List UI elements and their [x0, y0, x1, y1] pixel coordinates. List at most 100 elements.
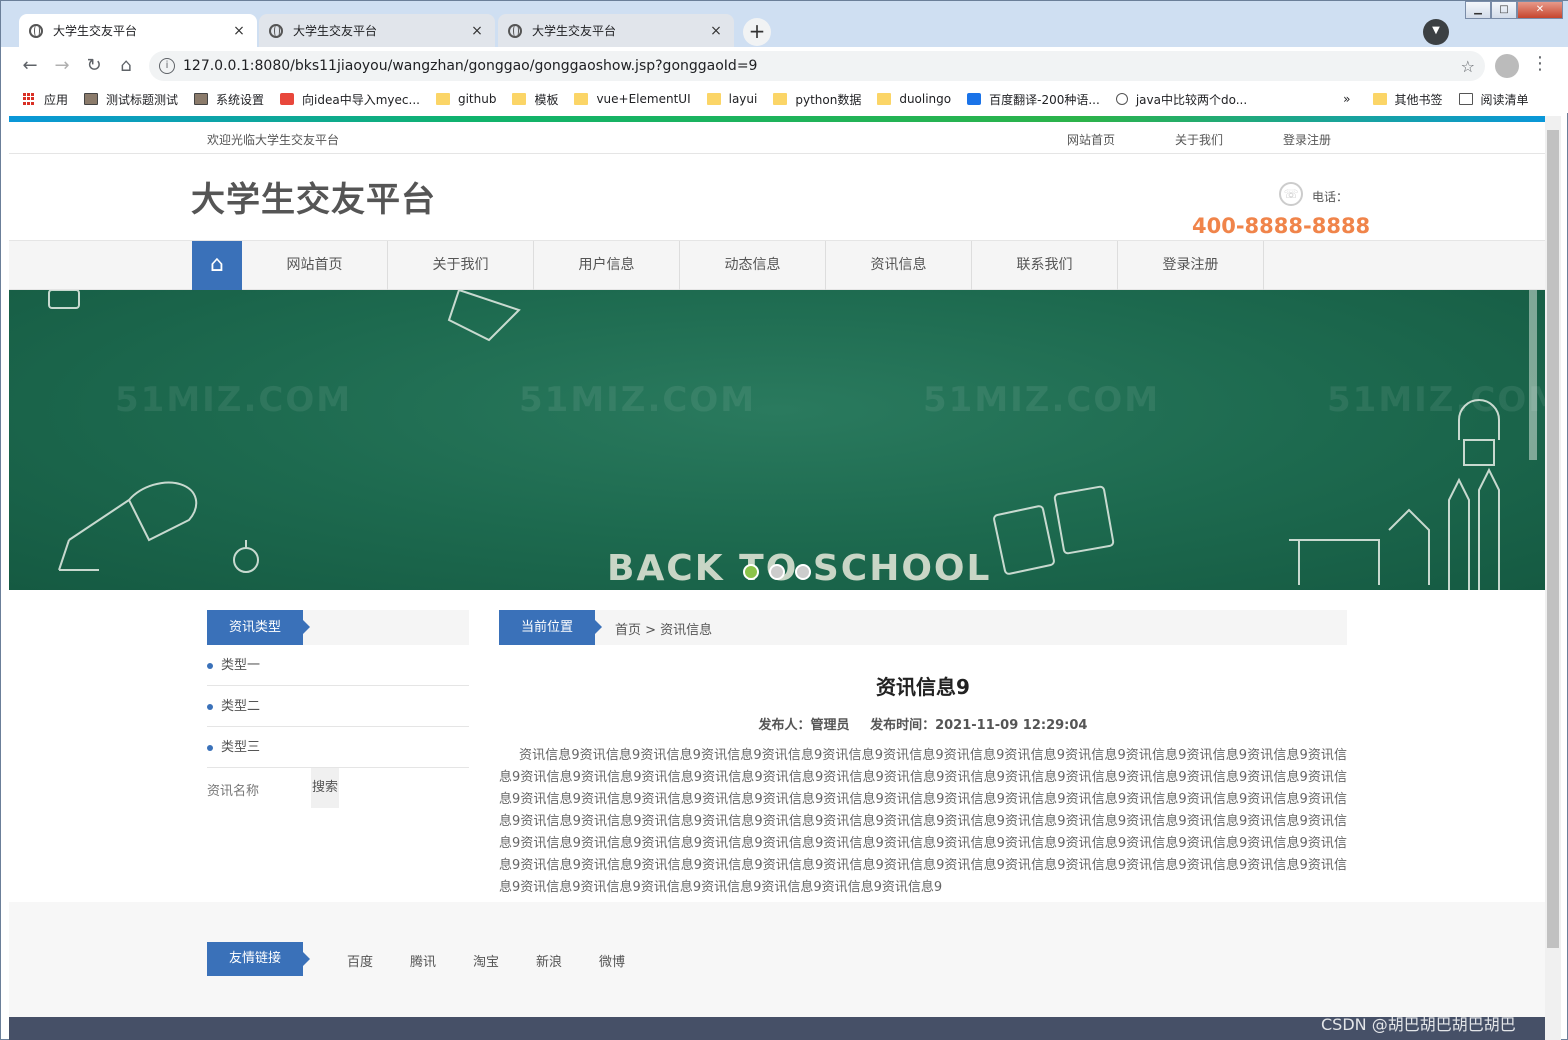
browser-tab-2[interactable]: 大学生交友平台 ×: [259, 14, 495, 47]
close-tab-icon[interactable]: ×: [469, 23, 485, 39]
banner-watermark: 51MIZ.COM: [115, 380, 353, 420]
slider-dots: [743, 564, 811, 580]
folder-icon: [435, 93, 450, 105]
nav-contact[interactable]: 联系我们: [972, 241, 1118, 290]
close-window-icon[interactable]: ✕: [1517, 1, 1563, 19]
home-icon[interactable]: ⌂: [192, 241, 242, 290]
back-icon[interactable]: ←: [19, 55, 41, 77]
menu-icon[interactable]: ⋮: [1531, 53, 1549, 74]
address-bar[interactable]: i 127.0.0.1:8080/bks11jiaoyou/wangzhan/g…: [149, 51, 1485, 81]
bookmark-item[interactable]: 百度翻译-200种语...: [959, 91, 1108, 108]
nav-dynamics[interactable]: 动态信息: [680, 241, 826, 290]
folder-icon: [773, 93, 788, 105]
scrollbar-thumb[interactable]: [1547, 130, 1559, 948]
bookmark-item[interactable]: vue+ElementUI: [566, 92, 698, 106]
search-button[interactable]: 搜索: [311, 768, 339, 808]
bookmark-other[interactable]: 其他书签: [1365, 91, 1451, 108]
top-link-home[interactable]: 网站首页: [1067, 131, 1115, 148]
site-title: 大学生交友平台: [191, 180, 436, 220]
friend-link-weibo[interactable]: 微博: [599, 951, 625, 970]
banner-watermark: 51MIZ.COM: [519, 380, 757, 420]
maximize-icon[interactable]: □: [1491, 1, 1517, 19]
bookmark-label: 模板: [534, 92, 559, 107]
bookmark-item[interactable]: duolingo: [869, 92, 959, 106]
phone-label: 电话：: [1312, 190, 1349, 204]
banner-watermark: 51MIZ.COM: [1327, 380, 1545, 420]
window-controls: ▁ □ ✕: [1465, 1, 1563, 19]
folder-icon: [512, 93, 527, 105]
csdn-icon: [280, 93, 295, 105]
article-title: 资讯信息9: [876, 675, 970, 699]
phone-number: 400-8888-8888: [1192, 214, 1371, 238]
banner-slider[interactable]: 51MIZ.COM 51MIZ.COM 51MIZ.COM 51MIZ.COM …: [9, 290, 1545, 590]
page-icon: [194, 93, 209, 105]
page-icon: [84, 93, 99, 105]
top-bar: 欢迎光临大学生交友平台 网站首页 关于我们 登录注册: [9, 122, 1545, 154]
bookmark-item[interactable]: 向idea中导入myec...: [272, 91, 428, 108]
bookmark-label: »: [1343, 92, 1351, 106]
close-tab-icon[interactable]: ×: [708, 23, 724, 39]
nav-login[interactable]: 登录注册: [1118, 241, 1264, 290]
slide-dot[interactable]: [795, 564, 811, 580]
sidebar-header: 资讯类型: [207, 610, 469, 645]
apps-grid-icon: [23, 92, 36, 106]
bookmarks-bar: 应用 测试标题测试 系统设置 向idea中导入myec... github 模板…: [1, 85, 1568, 113]
friend-link-baidu[interactable]: 百度: [347, 951, 373, 970]
top-link-login[interactable]: 登录注册: [1283, 131, 1331, 148]
bookmark-item[interactable]: java中比较两个do...: [1108, 91, 1255, 108]
minimize-icon[interactable]: ▁: [1465, 1, 1491, 19]
slide-dot[interactable]: [769, 564, 785, 580]
nav-home[interactable]: 网站首页: [242, 241, 388, 290]
reload-icon[interactable]: ↻: [83, 55, 105, 77]
article-area: 当前位置 首页 > 资讯信息 资讯信息9 发布人：管理员 发布时间：2021-1…: [499, 610, 1347, 899]
nav-news[interactable]: 资讯信息: [826, 241, 972, 290]
browser-tab-1[interactable]: 大学生交友平台 ×: [19, 14, 257, 47]
browser-tab-3[interactable]: 大学生交友平台 ×: [498, 14, 734, 47]
nav-about[interactable]: 关于我们: [388, 241, 534, 290]
bookmark-apps[interactable]: 应用: [15, 91, 76, 108]
slide-dot[interactable]: [743, 564, 759, 580]
search-label: 资讯名称: [207, 784, 260, 799]
bookmark-item[interactable]: 模板: [504, 91, 566, 108]
globe-icon: [508, 23, 522, 38]
home-icon[interactable]: ⌂: [115, 55, 137, 77]
more-bookmarks-icon[interactable]: »: [1335, 92, 1358, 106]
url-text[interactable]: 127.0.0.1:8080/bks11jiaoyou/wangzhan/gon…: [183, 58, 1461, 74]
nav-users[interactable]: 用户信息: [534, 241, 680, 290]
browser-window: 大学生交友平台 × 大学生交友平台 × 大学生交友平台 × + ▼ ▁ □ ✕ …: [0, 0, 1568, 1040]
bookmark-item[interactable]: github: [428, 92, 504, 106]
tab-strip: 大学生交友平台 × 大学生交友平台 × 大学生交友平台 × + ▼ ▁ □ ✕: [1, 1, 1568, 47]
folder-icon: [1372, 93, 1387, 105]
friend-link-tencent[interactable]: 腾讯: [410, 951, 436, 970]
bookmark-item[interactable]: 测试标题测试: [76, 91, 186, 108]
sidebar-item-type2[interactable]: 类型二: [207, 686, 469, 727]
breadcrumb: 当前位置 首页 > 资讯信息: [499, 610, 1347, 645]
tab-search-icon[interactable]: ▼: [1423, 19, 1449, 45]
info-icon[interactable]: i: [159, 58, 175, 74]
bookmark-reading-list[interactable]: 阅读清单: [1451, 91, 1537, 108]
bookmark-item[interactable]: layui: [699, 92, 766, 106]
sidebar-item-type1[interactable]: 类型一: [207, 645, 469, 686]
tab-title: 大学生交友平台: [53, 24, 138, 38]
friend-links: 友情链接 百度 腾讯 淘宝 新浪 微博: [9, 902, 1545, 1017]
top-link-about[interactable]: 关于我们: [1175, 131, 1223, 148]
breadcrumb-path[interactable]: 首页 > 资讯信息: [615, 619, 712, 638]
profile-avatar[interactable]: [1495, 54, 1519, 78]
reading-list-icon: [1458, 93, 1473, 105]
bookmark-item[interactable]: python数据: [765, 91, 869, 108]
bookmark-label: java中比较两个do...: [1135, 92, 1248, 107]
page-scrollbar[interactable]: [1545, 116, 1561, 1040]
new-tab-button[interactable]: +: [743, 18, 771, 46]
bookmark-label: 向idea中导入myec...: [302, 92, 420, 107]
sidebar-item-type3[interactable]: 类型三: [207, 727, 469, 768]
forward-icon[interactable]: →: [51, 55, 73, 77]
browser-toolbar: ← → ↻ ⌂ i 127.0.0.1:8080/bks11jiaoyou/wa…: [1, 47, 1568, 85]
friend-link-sina[interactable]: 新浪: [536, 951, 562, 970]
bookmark-star-icon[interactable]: ☆: [1461, 57, 1475, 76]
close-tab-icon[interactable]: ×: [231, 23, 247, 39]
bookmark-item[interactable]: 系统设置: [186, 91, 272, 108]
friend-link-taobao[interactable]: 淘宝: [473, 951, 499, 970]
welcome-text: 欢迎光临大学生交友平台: [207, 133, 340, 147]
phone-icon: ☏: [1279, 182, 1303, 206]
bookmark-label: python数据: [795, 92, 862, 107]
